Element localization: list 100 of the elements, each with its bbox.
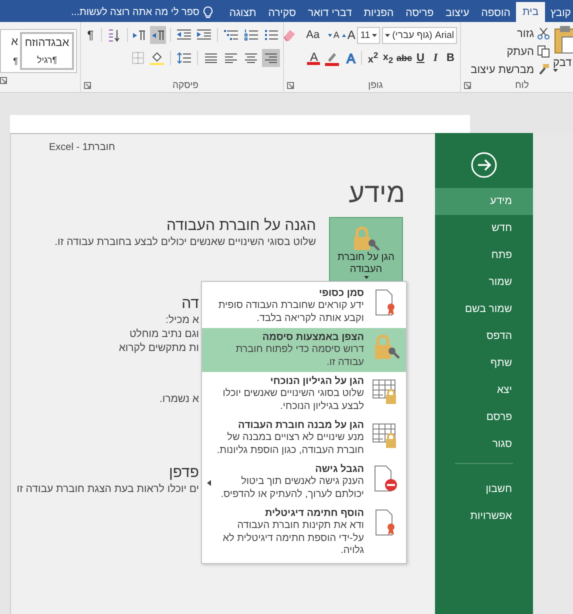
numbered-list-icon[interactable] [244, 29, 258, 41]
font-name-field[interactable]: Arial (גוף עברי) [382, 26, 457, 44]
caret-icon [553, 69, 558, 72]
page-heading: מידע [348, 177, 406, 210]
menu-item[interactable]: הוסף חתימה דיגיטלית ודא את תקינות חוברת העבודה על-ידי הוספת חתימה דיגיטלית לא גלויה. [202, 504, 406, 560]
style-tile[interactable]: אבגדהוזח ¶ רגיל [20, 32, 74, 70]
dialog-launcher-icon[interactable] [287, 82, 294, 88]
lock-key-icon [351, 226, 381, 252]
menu-item[interactable]: הגן על הגיליון הנוכחי שלוט בסוגי השינויים שאנשים יוכלו לבצע בגיליון הנוכחי. [202, 372, 406, 416]
sidebar-item[interactable]: מידע [435, 188, 533, 215]
copy-button[interactable]: העתק [470, 43, 550, 60]
ribbon-tab[interactable]: הפניות [358, 3, 400, 22]
underline-button[interactable]: U [414, 49, 427, 67]
sidebar-item[interactable]: יצא [435, 377, 533, 404]
menu-item-title: הצפן באמצעות סיסמה [261, 331, 364, 344]
align-lines-icon [205, 53, 217, 63]
right-to-left-button[interactable] [150, 26, 166, 44]
section-description: וגם נתיב מוחלט [128, 327, 199, 341]
ribbon-tab[interactable]: תצוגה [223, 3, 262, 22]
caret-down-icon [328, 34, 332, 36]
menu-item[interactable]: הגבל גישה הענק גישה לאנשים תוך ביטול יכולתם לערוך, להעתיק או להדפיס. [202, 460, 406, 504]
strikethrough-button[interactable]: abc [396, 49, 412, 67]
menu-item-description: שלוט בסוגי השינויים שאנשים יוכלו לבצע בגיליון הנוכחי. [222, 388, 364, 413]
sidebar-item[interactable]: חשבון [435, 476, 533, 503]
left-to-right-icon [133, 30, 146, 40]
align-lines-icon [245, 53, 257, 63]
copy-icon [537, 45, 550, 58]
menu-item[interactable]: סמן כסופי ידע קוראים שחוברת העבודה סופית וקבע אותה לקריאה בלבד. [202, 284, 406, 328]
show-marks-button[interactable]: ¶ [84, 26, 97, 44]
menu-item-title: הגן על מבנה חוברת העבודה [236, 419, 364, 432]
sidebar-item[interactable]: הדפס [435, 323, 533, 350]
alignment-button[interactable] [262, 49, 280, 67]
menu-item[interactable]: הצפן באמצעות סיסמה דרוש סיסמה כדי לפתוח חוברת עבודה זו. [202, 328, 406, 372]
style-name: ¶ [13, 56, 18, 66]
superscript-button[interactable]: x$^{2}$ [366, 49, 380, 67]
change-case-button[interactable]: Aa [306, 26, 320, 44]
style-name: ¶ רגיל [36, 55, 58, 65]
multilevel-list-icon[interactable] [224, 29, 238, 41]
menu-item-title: הגבל גישה [314, 463, 364, 476]
tell-me-field[interactable]: ספר לי מה אתה רוצה לעשות... [71, 7, 200, 18]
caret-icon [364, 276, 368, 278]
sidebar-item[interactable]: שמור בשם [435, 296, 533, 323]
right-to-left-icon [152, 30, 165, 40]
subscript-button[interactable]: x$_{2}$ [381, 49, 394, 67]
italic-button[interactable]: I [429, 49, 442, 67]
highlighter-icon[interactable] [324, 50, 340, 66]
sidebar-item[interactable]: שמור [435, 269, 533, 296]
menu-item-description: הענק גישה לאנשים תוך ביטול יכולתם לערוך, להעתיק או להדפיס. [220, 476, 364, 501]
grow-font-button[interactable]: A [342, 26, 356, 44]
borders-icon[interactable] [132, 52, 144, 64]
bullet-list-icon[interactable] [264, 29, 278, 41]
paste-button[interactable]: דבק [553, 25, 573, 78]
outdent-icon[interactable] [177, 29, 192, 41]
ribbon-tab[interactable]: פריסה [400, 3, 440, 22]
section-description: שלוט בסוגי השינויים שאנשים יכולים לבצע בחוברת עבודה זו. [54, 235, 316, 249]
sidebar-item[interactable]: פרסם [435, 404, 533, 431]
font-size-field[interactable]: 11 [357, 26, 380, 44]
ribbon-tab[interactable]: הוספה [475, 3, 516, 22]
sidebar-item[interactable]: סגור [435, 431, 533, 458]
dialog-launcher-icon[interactable] [84, 82, 91, 88]
document-blocked-icon [374, 465, 398, 493]
cut-button[interactable]: גזור [470, 25, 550, 42]
menu-item-title: סמן כסופי [318, 287, 364, 300]
ribbon-tab[interactable]: דברי דואר [302, 3, 358, 22]
ribbon-tab[interactable]: בית [516, 2, 544, 22]
lightbulb-icon [203, 6, 214, 19]
section-title: דה [180, 295, 199, 313]
sidebar-item[interactable]: פתח [435, 242, 533, 269]
shrink-font-button[interactable]: A [327, 26, 340, 44]
dialog-launcher-icon[interactable] [464, 82, 471, 88]
menu-item-title: הוסף חתימה דיגיטלית [264, 507, 364, 520]
font-color-button[interactable]: A [307, 51, 320, 65]
section-description: ים יוכלו לראות בעת הצגת חוברת עבודה זו [16, 482, 199, 496]
group-label: לוח [514, 80, 530, 90]
window-title: חוברת1 - Excel [48, 141, 116, 154]
scissors-icon [537, 27, 550, 40]
section-description: א נשמרו. [158, 392, 199, 406]
style-sample: א [11, 36, 18, 48]
document-ribbon-icon [375, 509, 397, 537]
sort-icon[interactable] [108, 28, 121, 42]
indent-icon[interactable] [197, 29, 212, 41]
dialog-launcher-icon[interactable] [0, 76, 7, 84]
ribbon-tab[interactable]: עיצוב [440, 3, 476, 22]
ribbon-tab[interactable]: קובץ [544, 3, 573, 22]
style-tile[interactable]: א ¶ [2, 32, 18, 70]
line-spacing-icon[interactable] [177, 52, 191, 64]
caret-icon [385, 34, 390, 36]
sidebar-item[interactable]: שתף [435, 350, 533, 377]
text-effects-button[interactable]: A [344, 49, 358, 67]
menu-item[interactable]: הגן על מבנה חוברת העבודה מנע שינויים לא רצויים במבנה של חוברת העבודה, כגון הוספת גליונות. [202, 416, 406, 460]
menu-item-description: מנע שינויים לא רצויים במבנה של חוברת העבודה, כגון הוספת גליונות. [216, 432, 364, 457]
sidebar-item[interactable]: חדש [435, 215, 533, 242]
bold-button[interactable]: B [444, 49, 457, 67]
style-sample: אבגדהוזח [24, 37, 70, 49]
caret-up-icon [342, 34, 346, 36]
ribbon-tab[interactable]: סקירה [262, 3, 302, 22]
sidebar-item[interactable]: אפשרויות [435, 503, 533, 530]
section-description: א מכיל: [164, 313, 199, 327]
menu-item-title: הגן על הגיליון הנוכחי [269, 375, 364, 388]
format-painter-button[interactable]: מברשת עיצוב [470, 61, 550, 78]
